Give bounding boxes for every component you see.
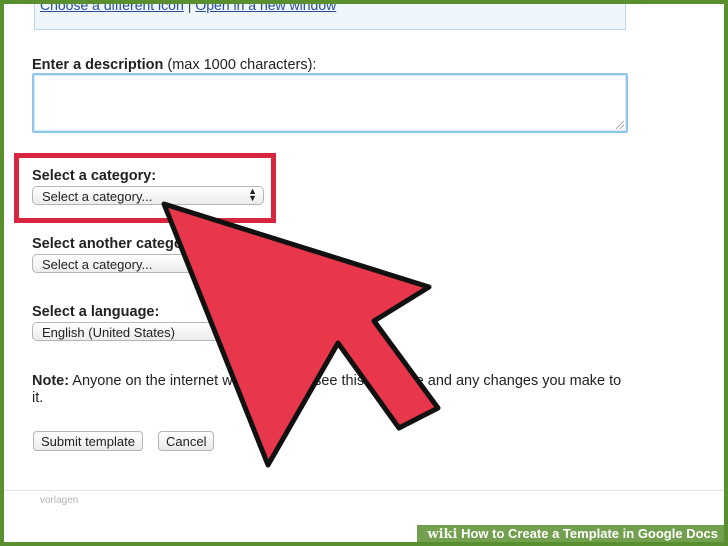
watermark-brand: wiki: [427, 527, 458, 542]
pointer-arrow-icon: [161, 201, 441, 468]
watermark-title: How to Create a Template in Google Docs: [461, 526, 718, 541]
page-frame: Choose a different icon | Open in a new wi…: [4, 4, 724, 542]
wikihow-watermark: wiki How to Create a Template in Google …: [417, 525, 724, 542]
